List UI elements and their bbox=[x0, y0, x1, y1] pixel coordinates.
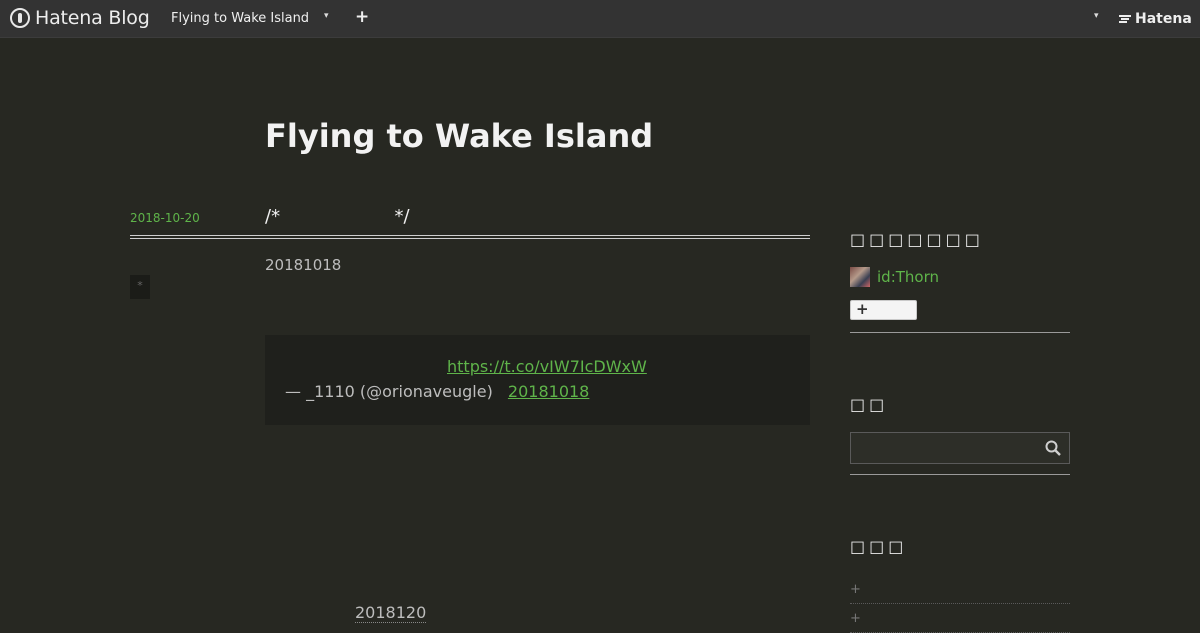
hatena-blog-logo-link[interactable]: Hatena Blog bbox=[10, 7, 150, 29]
embedded-tweet: https://t.co/vIW7IcDWxW — _1110 (@oriona… bbox=[265, 335, 810, 425]
entry-title[interactable]: /* */ bbox=[265, 206, 410, 227]
hatena-blog-icon bbox=[10, 8, 30, 28]
profile-id-link[interactable]: id:Thorn bbox=[877, 268, 939, 286]
sidebar-divider bbox=[850, 332, 1070, 333]
follow-button[interactable]: + bbox=[850, 300, 917, 320]
categories-heading: □□□ bbox=[850, 537, 908, 556]
tweet-link[interactable]: https://t.co/vIW7IcDWxW bbox=[447, 357, 647, 376]
chevron-down-icon[interactable]: ▾ bbox=[324, 11, 329, 21]
user-menu-chevron-icon[interactable]: ▾ bbox=[1094, 11, 1099, 21]
global-header: Hatena Blog Flying to Wake Island ▾ + ▾ … bbox=[0, 0, 1200, 38]
hatena-logo-icon bbox=[1119, 15, 1131, 23]
brand-text: Hatena Blog bbox=[35, 7, 150, 29]
entry-body-text-2: 2018120 bbox=[355, 603, 427, 623]
tweet-author-line: — _1110 (@orionaveugle) 20181018 bbox=[285, 382, 589, 401]
new-entry-button[interactable]: + bbox=[355, 7, 369, 27]
search-icon[interactable] bbox=[1045, 440, 1061, 456]
hatena-link[interactable]: Hatena bbox=[1118, 11, 1192, 27]
hatena-label: Hatena bbox=[1135, 11, 1192, 27]
profile-row: id:Thorn bbox=[850, 267, 939, 287]
search-heading: □□ bbox=[850, 395, 889, 414]
tweet-date-link[interactable]: 20181018 bbox=[508, 382, 589, 401]
blog-switcher[interactable]: Flying to Wake Island bbox=[171, 11, 309, 26]
entry-date-link[interactable]: 2018-10-20 bbox=[130, 211, 200, 225]
search-input[interactable] bbox=[850, 432, 1070, 464]
blog-title[interactable]: Flying to Wake Island bbox=[265, 117, 653, 155]
category-item[interactable]: + bbox=[850, 582, 1070, 604]
sidebar-divider bbox=[850, 474, 1070, 475]
entry-body-text: 20181018 bbox=[265, 256, 342, 274]
avatar[interactable] bbox=[850, 267, 870, 287]
follow-plus-icon: + bbox=[856, 300, 869, 318]
entry-title-divider bbox=[130, 235, 810, 239]
tweet-author: — _1110 (@orionaveugle) bbox=[285, 382, 493, 401]
star-add-button[interactable]: * bbox=[130, 275, 150, 299]
profile-heading: □□□□□□□ bbox=[850, 230, 984, 249]
